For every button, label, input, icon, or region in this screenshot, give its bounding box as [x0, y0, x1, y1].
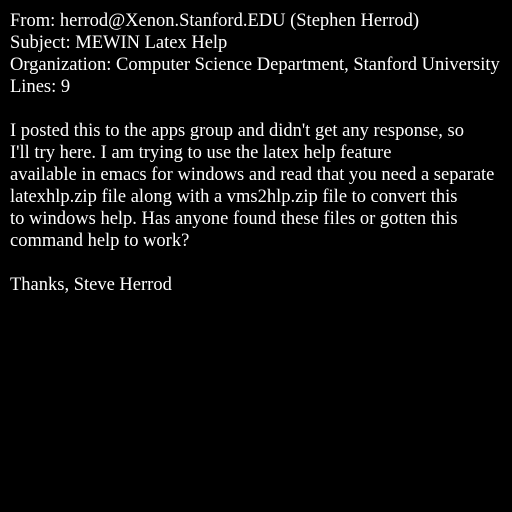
message-page: From: herrod@Xenon.Stanford.EDU (Stephen…	[0, 0, 512, 512]
body-line: latexhlp.zip file along with a vms2hlp.z…	[10, 187, 458, 207]
body-line: to windows help. Has anyone found these …	[10, 209, 458, 229]
body-line: I'll try here. I am trying to use the la…	[10, 143, 392, 163]
body-line: I posted this to the apps group and didn…	[10, 121, 464, 141]
header-lines: Lines: 9	[10, 77, 71, 97]
message-content: From: herrod@Xenon.Stanford.EDU (Stephen…	[10, 10, 512, 296]
signature: Thanks, Steve Herrod	[10, 275, 172, 295]
body-line: command help to work?	[10, 231, 190, 251]
header-from: From: herrod@Xenon.Stanford.EDU (Stephen…	[10, 11, 420, 31]
body-line: available in emacs for windows and read …	[10, 165, 495, 185]
header-subject: Subject: MEWIN Latex Help	[10, 33, 228, 53]
header-organization: Organization: Computer Science Departmen…	[10, 55, 500, 75]
